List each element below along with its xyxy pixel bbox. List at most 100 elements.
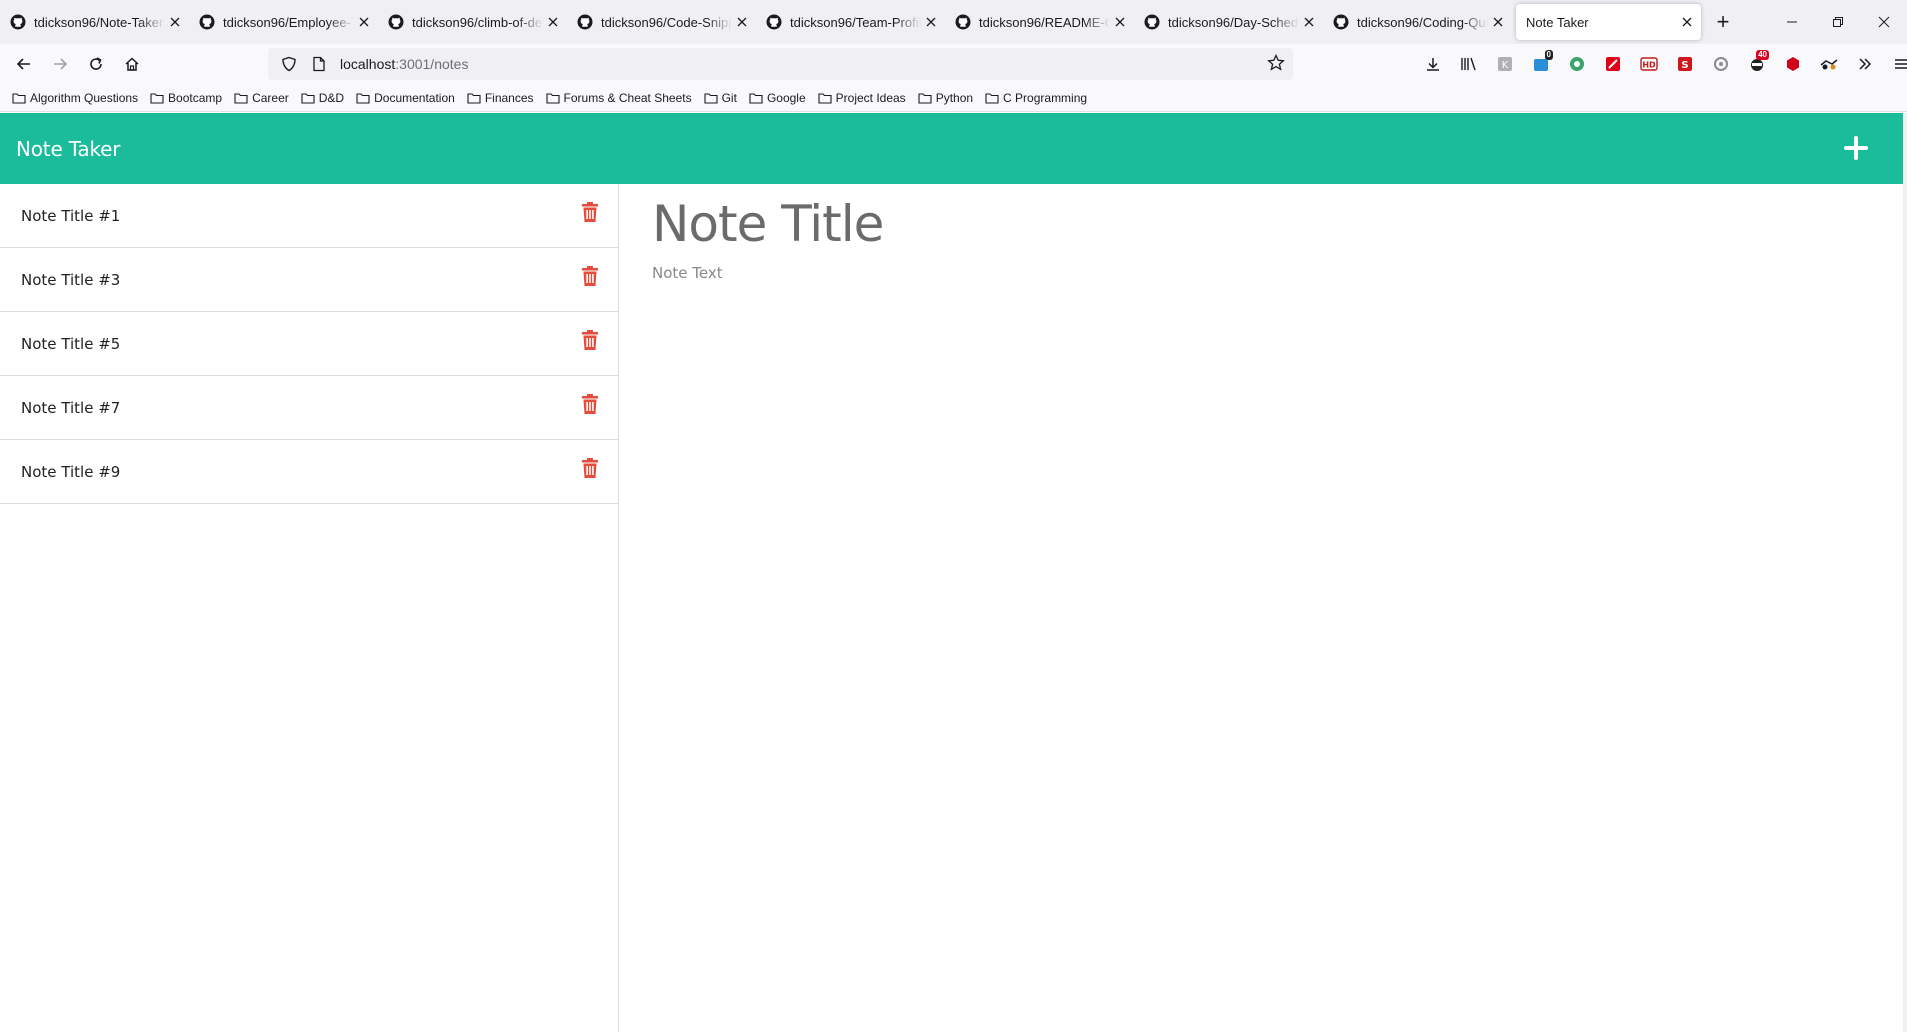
tab-label: tdickson96/Team-Profile [790, 14, 921, 30]
extension-button-3[interactable] [1559, 48, 1595, 80]
extension-button-1[interactable]: K [1487, 48, 1523, 80]
extension-button-4[interactable] [1595, 48, 1631, 80]
tab-close-button[interactable] [354, 12, 374, 32]
delete-note-button[interactable] [582, 266, 598, 288]
tab-close-button[interactable] [543, 12, 563, 32]
folder-icon [12, 92, 26, 104]
close-window-button[interactable] [1861, 0, 1907, 44]
extension-badge: 0 [1544, 50, 1553, 60]
note-text-input[interactable] [652, 264, 1852, 764]
page-info-button[interactable] [304, 48, 334, 80]
bookmark-folder[interactable]: Career [234, 91, 289, 105]
minimize-button[interactable] [1769, 0, 1815, 44]
note-title-input[interactable] [652, 194, 1852, 254]
bookmark-folder[interactable]: Finances [467, 91, 534, 105]
trash-icon [582, 458, 598, 478]
bookmark-folder[interactable]: Python [918, 91, 973, 105]
delete-note-button[interactable] [582, 202, 598, 224]
browser-tab-bar: tdickson96/Note-Taker: W tdickson96/Emplo… [0, 0, 1907, 44]
browser-tab[interactable]: tdickson96/README-Gen [945, 0, 1134, 44]
bookmark-folder[interactable]: Git [704, 91, 737, 105]
app-title[interactable]: Note Taker [16, 137, 120, 161]
tab-close-button[interactable] [1299, 12, 1319, 32]
delete-note-button[interactable] [582, 458, 598, 480]
bookmark-folder[interactable]: D&D [301, 91, 344, 105]
note-list-item[interactable]: Note Title #3 [0, 248, 618, 312]
forward-button[interactable] [42, 48, 78, 80]
browser-tab[interactable]: tdickson96/Coding-Quiz [1323, 0, 1512, 44]
url-bar[interactable]: localhost:3001/notes [268, 48, 1293, 80]
more-tools-button[interactable] [1847, 48, 1883, 80]
extension-button-8[interactable]: 40 [1739, 48, 1775, 80]
browser-tab[interactable]: tdickson96/Employee-Tra [189, 0, 378, 44]
app-menu-button[interactable] [1883, 48, 1907, 80]
note-list-item[interactable]: Note Title #1 [0, 184, 618, 248]
tab-close-button[interactable] [1110, 12, 1130, 32]
browser-tab-active[interactable]: Note Taker [1516, 4, 1701, 40]
close-icon [1493, 17, 1503, 27]
page-scrollbar[interactable] [1903, 113, 1907, 1032]
bookmark-label: D&D [318, 90, 345, 105]
bookmark-label: Python [935, 90, 974, 105]
tab-label: tdickson96/README-Gen [979, 14, 1110, 30]
extension-button-6[interactable]: S [1667, 48, 1703, 80]
close-icon [548, 17, 558, 27]
restore-button[interactable] [1815, 0, 1861, 44]
extension-button-10[interactable] [1811, 48, 1847, 80]
downloads-button[interactable] [1415, 48, 1451, 80]
bookmark-star-button[interactable] [1267, 53, 1285, 77]
bookmark-folder[interactable]: Documentation [356, 91, 455, 105]
star-icon [1267, 53, 1285, 71]
delete-note-button[interactable] [582, 330, 598, 352]
svg-text:S: S [1681, 60, 1688, 71]
note-list-item[interactable]: Note Title #9 [0, 440, 618, 504]
new-note-button[interactable] [1843, 135, 1869, 161]
window-controls [1769, 0, 1907, 44]
note-editor [620, 184, 1903, 1032]
tab-close-button[interactable] [732, 12, 752, 32]
bookmark-folder[interactable]: Project Ideas [818, 91, 906, 105]
reload-button[interactable] [78, 48, 114, 80]
folder-icon [704, 92, 718, 104]
shield-icon [282, 56, 296, 72]
svg-text:HD: HD [1642, 61, 1656, 70]
tab-close-button[interactable] [165, 12, 185, 32]
bookmark-folder[interactable]: Forums & Cheat Sheets [545, 91, 692, 105]
browser-tab[interactable]: tdickson96/Day-Schedule [1134, 0, 1323, 44]
note-list-item[interactable]: Note Title #5 [0, 312, 618, 376]
note-list-item-title: Note Title #5 [21, 334, 121, 353]
folder-icon [749, 92, 763, 104]
close-icon [1878, 16, 1890, 28]
bookmark-folder[interactable]: Algorithm Questions [12, 91, 138, 105]
home-button[interactable] [114, 48, 150, 80]
extension-button-5[interactable]: HD [1631, 48, 1667, 80]
tab-label: tdickson96/Coding-Quiz [1357, 14, 1488, 30]
library-button[interactable] [1451, 48, 1487, 80]
new-tab-button[interactable]: + [1705, 0, 1741, 44]
extension-hd-icon: HD [1640, 57, 1658, 71]
tab-close-button[interactable] [1488, 12, 1508, 32]
svg-text:K: K [1502, 60, 1509, 71]
browser-tab[interactable]: tdickson96/Team-Profile [756, 0, 945, 44]
folder-icon [301, 92, 315, 104]
extension-button-7[interactable] [1703, 48, 1739, 80]
note-list-item[interactable]: Note Title #7 [0, 376, 618, 440]
browser-tab[interactable]: tdickson96/Code-Snippe [567, 0, 756, 44]
tab-close-button[interactable] [1677, 12, 1697, 32]
delete-note-button[interactable] [582, 394, 598, 416]
arrow-right-icon [54, 58, 68, 70]
bookmark-folder[interactable]: C Programming [985, 91, 1087, 105]
extension-button-9[interactable] [1775, 48, 1811, 80]
chevron-double-right-icon [1859, 58, 1872, 70]
back-button[interactable] [6, 48, 42, 80]
bookmark-folder[interactable]: Bootcamp [150, 91, 222, 105]
browser-tab[interactable]: tdickson96/climb-of-dea [378, 0, 567, 44]
tracking-protection-shield[interactable] [274, 48, 304, 80]
bookmark-label: Algorithm Questions [30, 90, 139, 105]
extension-button-2[interactable]: 0 [1523, 48, 1559, 80]
close-icon [1115, 17, 1125, 27]
browser-tab[interactable]: tdickson96/Note-Taker: W [0, 0, 189, 44]
bookmark-folder[interactable]: Google [749, 91, 806, 105]
github-icon [577, 14, 593, 30]
tab-close-button[interactable] [921, 12, 941, 32]
